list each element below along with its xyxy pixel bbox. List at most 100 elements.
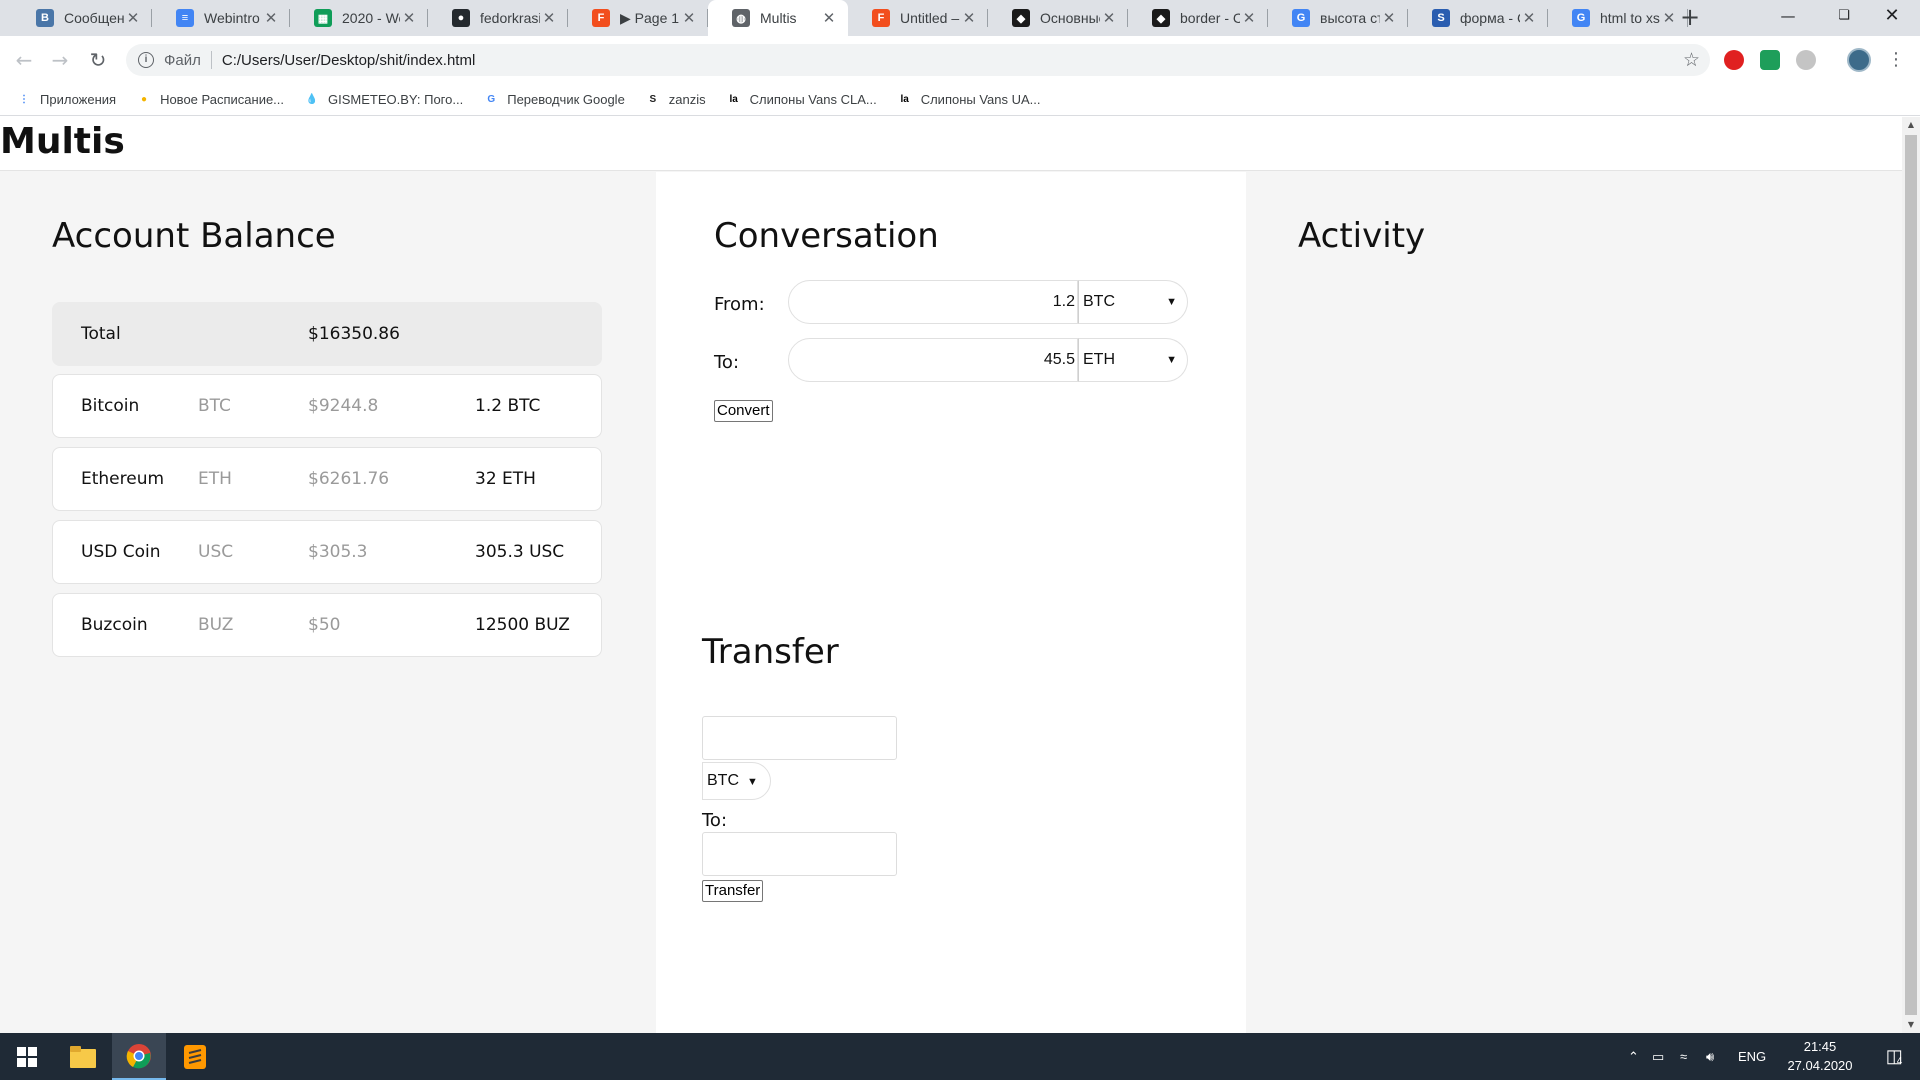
scroll-down-arrow-icon[interactable]: ▼ (1902, 1017, 1920, 1033)
from-amount-input[interactable]: 1.2 (788, 280, 1078, 324)
tab-close-icon[interactable]: ✕ (262, 9, 280, 27)
coin-name: Ethereum (81, 469, 165, 489)
transfer-currency-select[interactable]: BTC ▼ (702, 762, 771, 800)
coin-symbol: BUZ (198, 615, 234, 635)
tab-close-icon[interactable]: ✕ (820, 9, 838, 27)
total-value: $16350.86 (308, 324, 400, 344)
volume-icon[interactable]: 🔊︎ (1706, 1033, 1714, 1080)
tab-close-icon[interactable]: ✕ (1380, 9, 1398, 27)
google-icon: G (1572, 9, 1590, 27)
bookmark-item[interactable]: ● Новое Расписание... (136, 92, 284, 108)
bookmark-label: zanzis (668, 92, 706, 107)
bookmark-item[interactable]: la Слипоны Vans UA... (897, 92, 1041, 108)
to-amount-input[interactable]: 45.5 (788, 338, 1078, 382)
balance-total-row: Total $16350.86 (52, 302, 602, 366)
from-currency-select[interactable]: BTC ▼ (1078, 280, 1188, 324)
forward-arrow-icon[interactable]: → (46, 46, 74, 74)
conversation-section: Conversation From: 1.2 BTC ▼ To: 45.5 ET… (656, 172, 1246, 1033)
sublime-text-icon[interactable] (168, 1033, 222, 1080)
page-viewport: Multis Account Balance Total $16350.86 B… (0, 117, 1902, 1033)
file-explorer-icon[interactable] (56, 1033, 110, 1080)
bookmark-label: Слипоны Vans CLA... (749, 92, 877, 107)
address-scheme: Файл (164, 51, 201, 69)
shield-extension-icon[interactable] (1760, 50, 1780, 70)
conversation-title: Conversation (714, 216, 939, 256)
reload-icon[interactable]: ↻ (84, 46, 112, 74)
figma-icon: F (872, 9, 890, 27)
address-url[interactable]: C:/Users/User/Desktop/shit/index.html (222, 52, 475, 69)
tab-close-icon[interactable]: ✕ (1100, 9, 1118, 27)
site-logo[interactable]: Multis (0, 121, 125, 162)
browser-tab[interactable]: Sформа - С✕ (1408, 0, 1548, 36)
browser-tab[interactable]: ● fedorkrasin✕ (428, 0, 568, 36)
address-bar[interactable]: i Файл C:/Users/User/Desktop/shit/index.… (126, 44, 1710, 76)
browser-tab[interactable]: F Untitled – ✕ (848, 0, 988, 36)
info-icon[interactable]: i (138, 52, 154, 68)
bookmark-item[interactable]: 💧 GISMETEO.BY: Пого... (304, 92, 463, 108)
browser-tab[interactable]: ▦ 2020 - We ✕ (290, 0, 428, 36)
to-currency-value: ETH (1083, 351, 1115, 368)
show-hidden-icons-chevron-icon[interactable]: ⌃ (1628, 1033, 1639, 1080)
transfer-amount-input[interactable] (702, 716, 897, 760)
scrollbar-thumb[interactable] (1905, 135, 1917, 1015)
account-balance-title: Account Balance (52, 216, 336, 256)
coin-name: Buzcoin (81, 615, 148, 635)
lamoda-icon: la (900, 94, 909, 105)
back-arrow-icon[interactable]: ← (10, 46, 38, 74)
tab-title: border - C (1180, 10, 1240, 26)
browser-tab[interactable]: ≡ Webintro - ✕ (152, 0, 290, 36)
bookmark-item[interactable]: ⋮ Приложения (16, 92, 116, 108)
browser-tab[interactable]: ◆ Основные ✕ (988, 0, 1128, 36)
tab-close-icon[interactable]: ✕ (680, 9, 698, 27)
chrome-taskbar-icon[interactable] (112, 1033, 166, 1080)
dropdown-arrow-icon: ▼ (1166, 354, 1177, 366)
balance-row: Bitcoin BTC $9244.8 1.2 BTC (52, 374, 602, 438)
schedule-icon: ● (141, 94, 148, 105)
notification-center-icon[interactable]: ◫ 4 (1874, 1033, 1914, 1080)
tab-close-icon[interactable]: ✕ (1520, 9, 1538, 27)
tab-close-icon[interactable]: ✕ (960, 9, 978, 27)
transfer-button[interactable]: Transfer (702, 880, 764, 902)
browser-tab[interactable]: ◆ border - C ✕ (1128, 0, 1268, 36)
bookmark-item[interactable]: G Переводчик Google (483, 92, 624, 108)
coin-usd-value: $305.3 (308, 542, 368, 562)
minimize-button[interactable]: — (1760, 0, 1816, 32)
network-icon[interactable]: ≈ (1680, 1033, 1687, 1080)
tab-close-icon[interactable]: ✕ (540, 9, 558, 27)
browser-tab[interactable]: Ghtml to xsl ✕ (1548, 0, 1688, 36)
page-scrollbar[interactable]: ▲ ▼ (1902, 117, 1920, 1033)
bookmark-item[interactable]: Szanzis (645, 92, 706, 108)
scroll-up-arrow-icon[interactable]: ▲ (1902, 117, 1920, 133)
convert-button[interactable]: Convert (714, 400, 773, 422)
tab-close-icon[interactable]: ✕ (124, 9, 142, 27)
tab-close-icon[interactable]: ✕ (400, 9, 418, 27)
dropdown-arrow-icon: ▼ (1166, 296, 1177, 308)
docs-icon: ≡ (176, 9, 194, 27)
browser-menu-icon[interactable]: ⋮ (1882, 46, 1910, 74)
total-label: Total (81, 324, 121, 344)
browser-tab[interactable]: ◍ Multis ✕ (708, 0, 848, 36)
browser-tab[interactable]: F ▶ Page 1 ✕ (568, 0, 708, 36)
tab-title: Сообщения (64, 10, 124, 26)
new-tab-button[interactable]: + (1676, 4, 1704, 32)
tab-title: fedorkrasin (480, 10, 540, 26)
to-currency-select[interactable]: ETH ▼ (1078, 338, 1188, 382)
adblock-extension-icon[interactable] (1724, 50, 1744, 70)
tab-close-icon[interactable]: ✕ (1240, 9, 1258, 27)
taskbar-clock[interactable]: 21:45 27.04.2020 (1780, 1037, 1860, 1075)
browser-tab[interactable]: В Сообщения✕ (12, 0, 152, 36)
battery-icon[interactable]: ▭ (1652, 1033, 1664, 1080)
transfer-recipient-input[interactable] (702, 832, 897, 876)
tab-strip: ВСообщения✕≡Webintro -✕▦2020 - We✕●fedor… (0, 0, 1920, 36)
disabled-extension-icon[interactable] (1796, 50, 1816, 70)
bookmark-star-icon[interactable]: ☆ (1683, 49, 1700, 72)
language-indicator[interactable]: ENG (1738, 1033, 1766, 1080)
windows-start-icon[interactable] (0, 1033, 54, 1080)
bookmark-item[interactable]: la Слипоны Vans CLA... (726, 92, 877, 108)
close-window-button[interactable]: ✕ (1864, 0, 1920, 32)
apps-grid-icon: ⋮ (19, 94, 29, 105)
browser-tab[interactable]: Gвысота стр✕ (1268, 0, 1408, 36)
coin-amount: 1.2 BTC (475, 396, 541, 416)
globe-icon: ◍ (732, 9, 750, 27)
profile-avatar[interactable] (1847, 48, 1871, 72)
